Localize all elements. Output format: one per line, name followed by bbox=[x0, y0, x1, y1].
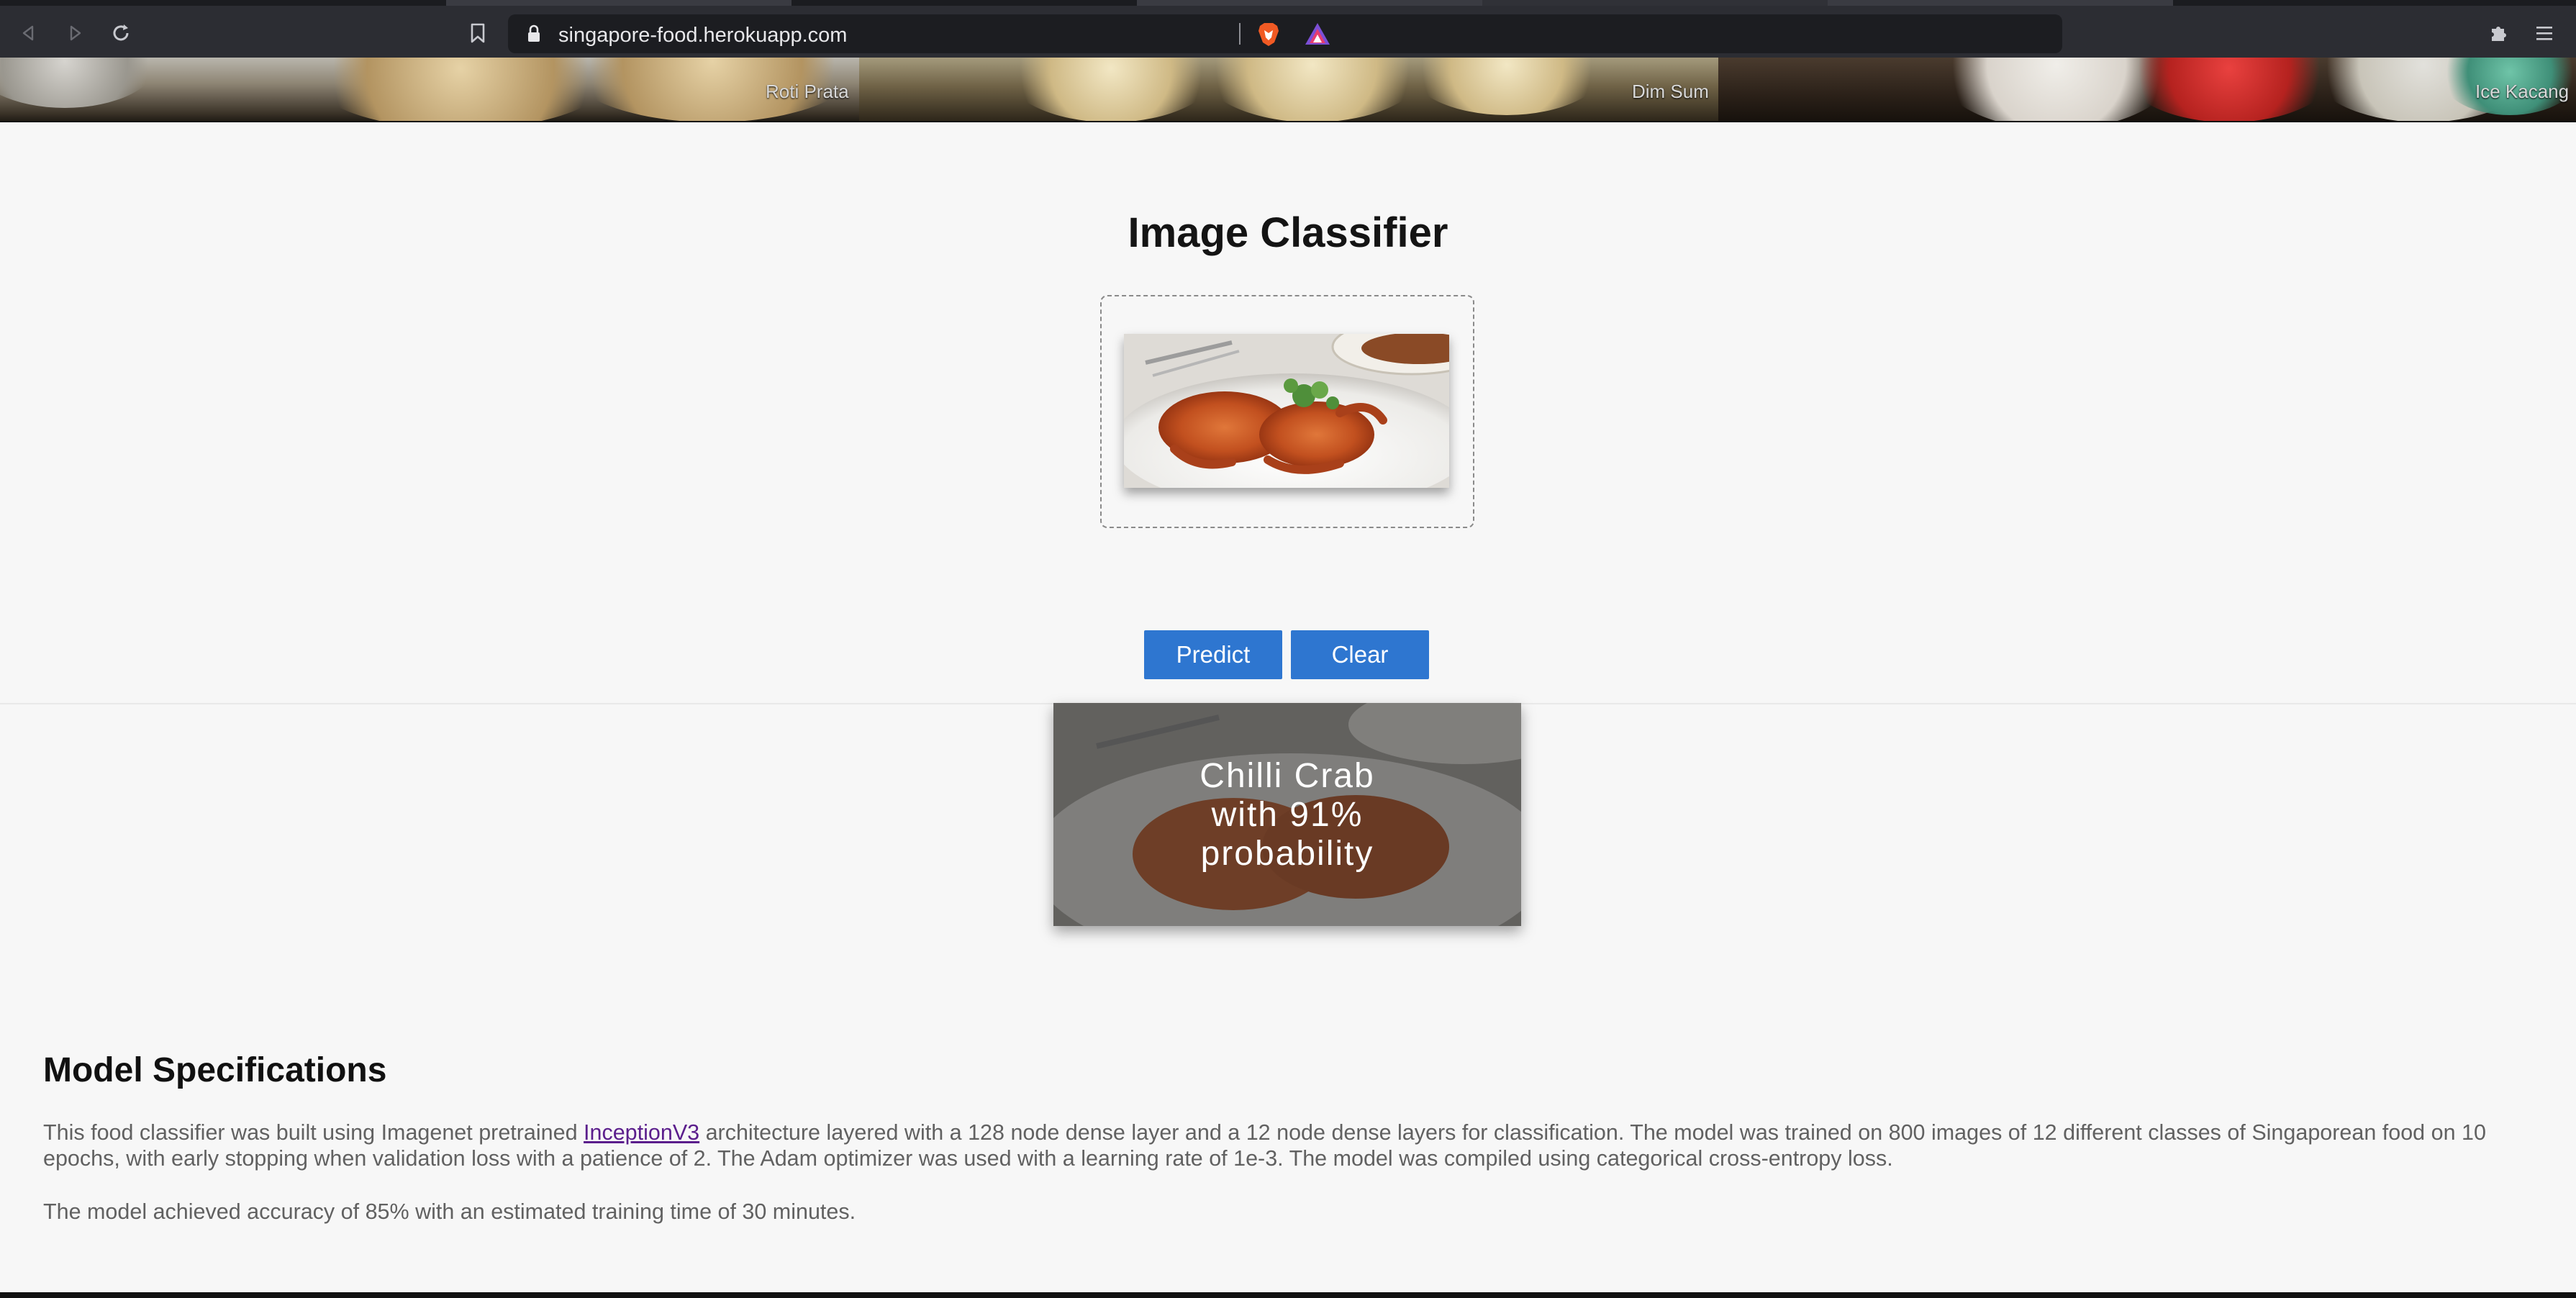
tab-indicator bbox=[1137, 0, 1482, 6]
prediction-line-1: Chilli Crab bbox=[1199, 757, 1375, 795]
lock-icon bbox=[527, 24, 541, 47]
banner-image-ice-kacang: Ice Kacang bbox=[1718, 58, 2576, 121]
predict-button[interactable]: Predict bbox=[1144, 630, 1282, 679]
hamburger-menu-icon[interactable] bbox=[2530, 19, 2559, 47]
specs-paragraph-1: This food classifier was built using Ima… bbox=[43, 1120, 2518, 1171]
clear-button[interactable]: Clear bbox=[1291, 630, 1429, 679]
prediction-line-2: with 91% bbox=[1211, 796, 1364, 834]
banner-image-dim-sum: Dim Sum bbox=[859, 58, 1718, 121]
uploaded-image-preview bbox=[1124, 334, 1449, 488]
inceptionv3-link[interactable]: InceptionV3 bbox=[584, 1120, 699, 1145]
address-bar[interactable]: singapore-food.herokuapp.com bbox=[508, 14, 2062, 53]
banner-label-dim-sum: Dim Sum bbox=[1632, 81, 1709, 102]
specs-title: Model Specifications bbox=[43, 1051, 387, 1089]
tab-indicator bbox=[446, 0, 792, 6]
brave-shields-icon[interactable] bbox=[1256, 22, 1281, 51]
url-text[interactable]: singapore-food.herokuapp.com bbox=[558, 24, 847, 47]
bookmark-icon[interactable] bbox=[463, 19, 492, 47]
browser-toolbar: singapore-food.herokuapp.com bbox=[0, 0, 2576, 58]
reload-icon[interactable] bbox=[106, 19, 135, 47]
banner-label-ice-kacang: Ice Kacang bbox=[2475, 81, 2570, 102]
banner-label-roti-prata: Roti Prata bbox=[766, 81, 849, 102]
prediction-text: Chilli Crab with 91% probability bbox=[1053, 757, 1521, 873]
prediction-line-3: probability bbox=[1200, 835, 1374, 873]
specs-paragraph-2: The model achieved accuracy of 85% with … bbox=[43, 1199, 856, 1224]
tab-indicator bbox=[1482, 0, 1828, 6]
forward-arrow-icon[interactable] bbox=[60, 19, 89, 47]
tab-indicator bbox=[1828, 0, 2173, 6]
brave-rewards-icon[interactable] bbox=[1304, 22, 1331, 50]
back-arrow-icon[interactable] bbox=[14, 19, 43, 47]
food-banner: Roti Prata Dim Sum Ice Kacang bbox=[0, 58, 2576, 122]
divider bbox=[1239, 23, 1241, 45]
specs-text: This food classifier was built using Ima… bbox=[43, 1120, 584, 1145]
page-title: Image Classifier bbox=[1128, 209, 1448, 256]
puzzle-icon[interactable] bbox=[2484, 19, 2513, 47]
banner-image-roti-prata: Roti Prata bbox=[0, 58, 863, 121]
window-bottom-edge bbox=[0, 1292, 2576, 1298]
prediction-result-card: Chilli Crab with 91% probability bbox=[1053, 703, 1521, 926]
